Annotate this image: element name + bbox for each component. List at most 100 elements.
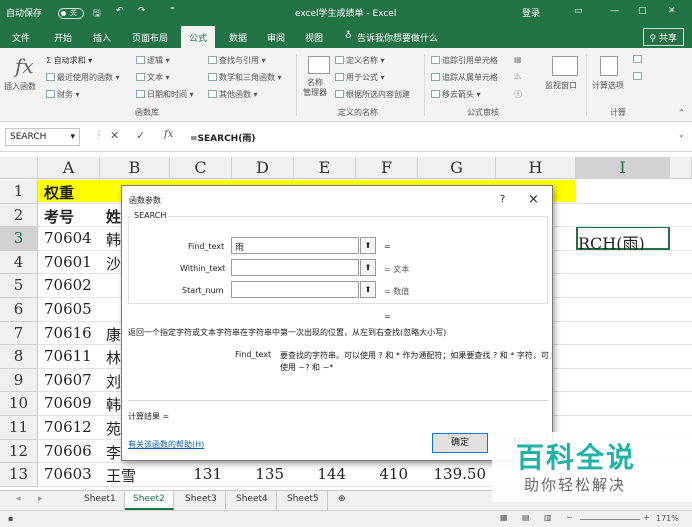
datetime-button[interactable]: 日期和时间 ▾ [136, 89, 194, 100]
row-header[interactable]: 8 [0, 345, 38, 369]
column-header-a[interactable]: A [38, 157, 100, 179]
row-header[interactable]: 7 [0, 321, 38, 346]
name-box[interactable]: SEARCH ▾ [5, 128, 80, 146]
cell-a5[interactable]: 70602 [44, 276, 100, 294]
row-header[interactable]: 5 [0, 274, 38, 298]
column-header-c[interactable]: C [170, 157, 232, 179]
calc-sheet-icon[interactable] [633, 72, 644, 81]
function-help-link[interactable]: 有关该函数的帮助(H) [128, 439, 204, 450]
row-header[interactable]: 6 [0, 298, 38, 322]
column-header-i[interactable]: I [576, 157, 670, 179]
redo-icon[interactable]: ↷ [138, 6, 146, 16]
cell-a2[interactable]: 考号 [44, 206, 100, 227]
row-header[interactable]: 9 [0, 368, 38, 393]
cell-g13[interactable]: 139.50 [418, 465, 487, 483]
cell-a6[interactable]: 70605 [44, 300, 100, 318]
row-header[interactable]: 4 [0, 250, 38, 275]
row-header[interactable]: 11 [0, 416, 38, 440]
zoom-out-icon[interactable]: − [566, 513, 573, 522]
find-text-input[interactable]: 雨 [231, 237, 359, 254]
cell-a9[interactable]: 70607 [44, 371, 100, 389]
evaluate-formula-icon[interactable]: ⓕ [514, 89, 522, 100]
dialog-help-button[interactable]: ? [500, 194, 505, 205]
row-header[interactable]: 2 [0, 203, 38, 228]
cell-a8[interactable]: 70611 [44, 347, 100, 365]
row-header[interactable]: 3 [0, 227, 38, 251]
cell-d13[interactable]: 135 [232, 465, 284, 483]
add-sheet-icon[interactable]: ⊕ [330, 491, 354, 510]
sheet-tab-1[interactable]: Sheet1 [76, 491, 125, 510]
tab-page-layout[interactable]: 页面布局 [132, 31, 168, 44]
close-window-icon[interactable]: ✕ [668, 6, 676, 16]
tab-formulas[interactable]: 公式 [181, 26, 216, 48]
login-link[interactable]: 登录 [522, 6, 540, 19]
page-break-view-icon[interactable]: ▥ [544, 513, 552, 522]
cell-a11[interactable]: 70612 [44, 418, 100, 436]
minimize-icon[interactable]: — [610, 6, 619, 16]
cell-e13[interactable]: 144 [294, 465, 346, 483]
logical-button[interactable]: 逻辑 ▾ [136, 55, 170, 66]
trace-precedents-button[interactable]: 追踪引用单元格 [431, 55, 498, 66]
fx-icon[interactable]: fx [15, 54, 34, 78]
tab-file[interactable]: 文件 [12, 31, 30, 44]
enter-icon[interactable]: ✓ [136, 129, 145, 142]
cell-b13[interactable]: 王雪 [106, 465, 170, 486]
math-button[interactable]: 数学和三角函数 ▾ [208, 72, 282, 83]
name-manager-button[interactable]: 名称 管理器 [303, 78, 327, 98]
row-header[interactable]: 12 [0, 439, 38, 464]
cell-a12[interactable]: 70606 [44, 442, 100, 460]
expand-formula-icon[interactable]: ⌄ [678, 130, 685, 139]
cell-a7[interactable]: 70616 [44, 324, 100, 342]
calc-now-icon[interactable] [633, 55, 644, 64]
tab-home[interactable]: 开始 [54, 31, 72, 44]
column-header-e[interactable]: E [294, 157, 356, 179]
next-sheet-icon[interactable]: ▸ [30, 491, 51, 510]
text-button[interactable]: 文本 ▾ [136, 72, 170, 83]
save-icon[interactable]: 🖫 [93, 6, 101, 22]
start-num-input[interactable] [231, 281, 359, 298]
page-layout-view-icon[interactable]: ▤ [522, 513, 530, 522]
sheet-tab-4[interactable]: Sheet4 [228, 491, 277, 510]
financial-button[interactable]: 财务 ▾ [46, 89, 80, 100]
dialog-close-button[interactable]: × [528, 192, 539, 207]
normal-view-icon[interactable]: ▦ [500, 513, 508, 522]
column-header-d[interactable]: D [232, 157, 294, 179]
autosum-button[interactable]: Σ 自动求和 ▾ [46, 55, 92, 66]
row-header[interactable]: 1 [0, 180, 38, 204]
watch-window-button[interactable]: 监视窗口 [545, 80, 577, 91]
zoom-slider[interactable] [580, 519, 640, 520]
cell-a1[interactable]: 权重 [44, 182, 100, 203]
maximize-icon[interactable]: □ [638, 6, 647, 16]
insert-function-icon[interactable]: fx [164, 129, 173, 140]
column-header-b[interactable]: B [100, 157, 170, 179]
recent-functions-button[interactable]: 最近使用的函数 ▾ [46, 72, 120, 83]
zoom-in-icon[interactable]: + [643, 513, 650, 522]
tell-me-box[interactable]: 告诉我你想要做什么 [357, 31, 438, 44]
row-header[interactable]: 13 [0, 463, 38, 487]
select-all-corner[interactable] [0, 157, 38, 179]
formula-input[interactable]: =SEARCH(雨) [186, 128, 686, 146]
row-header[interactable]: 10 [0, 392, 38, 416]
tab-insert[interactable]: 插入 [93, 31, 111, 44]
cell-a13[interactable]: 70603 [44, 465, 100, 483]
autosave-toggle[interactable]: 关 [58, 8, 84, 19]
remove-arrows-button[interactable]: 移去箭头 ▾ [431, 89, 481, 100]
tab-view[interactable]: 视图 [305, 31, 323, 44]
show-formulas-icon[interactable]: ▦ [514, 55, 522, 64]
sheet-tab-3[interactable]: Sheet3 [177, 491, 226, 510]
undo-icon[interactable]: ↶ [116, 6, 124, 16]
sheet-tab-2[interactable]: Sheet2 [125, 491, 174, 510]
ok-button[interactable]: 确定 [432, 433, 488, 453]
define-name-button[interactable]: 定义名称 ▾ [335, 55, 385, 66]
ribbon-display-icon[interactable]: ▭ [574, 6, 583, 16]
other-functions-button[interactable]: 其他函数 ▾ [208, 89, 258, 100]
use-in-formula-button[interactable]: 用于公式 ▾ [335, 72, 385, 83]
column-header-f[interactable]: F [356, 157, 418, 179]
tab-review[interactable]: 审阅 [267, 31, 285, 44]
cell-a3[interactable]: 70604 [44, 229, 100, 247]
insert-function-button[interactable]: 插入函数 [4, 81, 36, 92]
share-button[interactable]: ⚲ 共享 [642, 28, 684, 46]
create-from-selection-button[interactable]: 根据所选内容创建 [335, 89, 410, 100]
zoom-level[interactable]: 171% [656, 514, 679, 523]
trace-dependents-button[interactable]: 追踪从属单元格 [431, 72, 498, 83]
